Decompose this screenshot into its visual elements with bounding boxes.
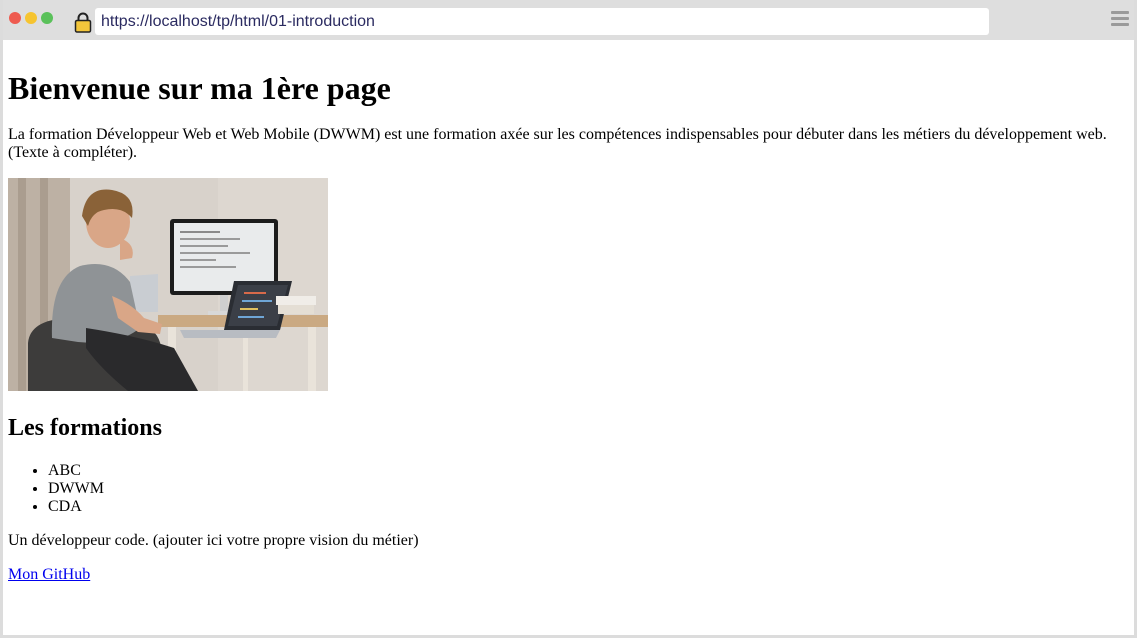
lock-icon: [74, 12, 92, 33]
list-item: DWWM: [48, 480, 104, 498]
intro-paragraph: La formation Développeur Web et Web Mobi…: [8, 126, 1107, 161]
list-item: ABC: [48, 462, 104, 480]
menu-icon[interactable]: [1111, 11, 1129, 27]
github-link[interactable]: Mon GitHub: [8, 566, 90, 584]
url-text: https://localhost/tp/html/01-introductio…: [101, 13, 375, 30]
formations-list: ABC DWWM CDA: [8, 462, 104, 516]
browser-toolbar: https://localhost/tp/html/01-introductio…: [3, 0, 1134, 40]
formations-heading: Les formations: [8, 415, 162, 441]
address-bar[interactable]: https://localhost/tp/html/01-introductio…: [95, 8, 989, 35]
browser-window: https://localhost/tp/html/01-introductio…: [0, 0, 1137, 638]
vision-paragraph: Un développeur code. (ajouter ici votre …: [8, 532, 419, 549]
close-window-button[interactable]: [9, 12, 21, 24]
maximize-window-button[interactable]: [41, 12, 53, 24]
page-title: Bienvenue sur ma 1ère page: [8, 70, 391, 106]
minimize-window-button[interactable]: [25, 12, 37, 24]
list-item: CDA: [48, 498, 104, 516]
developer-photo: [8, 178, 328, 391]
